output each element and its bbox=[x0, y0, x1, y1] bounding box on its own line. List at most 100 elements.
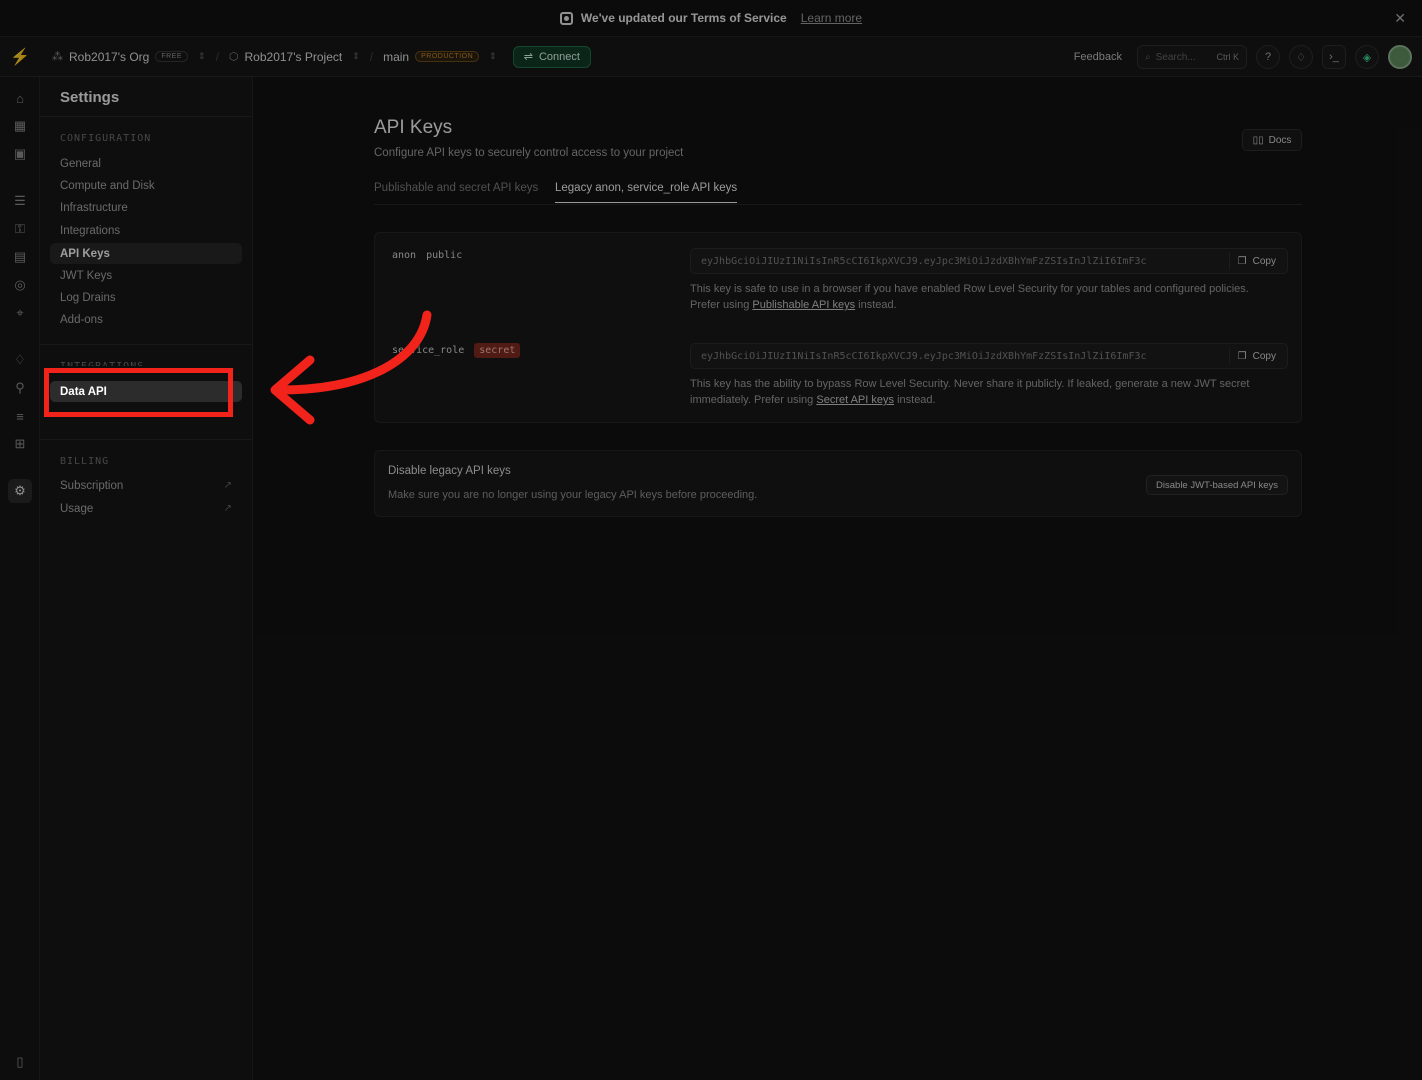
sql-editor-icon[interactable]: ▣ bbox=[11, 145, 29, 163]
supabase-logo-icon[interactable]: ⚡ bbox=[0, 47, 40, 67]
external-link-icon: ↗ bbox=[223, 480, 232, 491]
lightbulb-icon[interactable]: ♢ bbox=[1289, 45, 1313, 69]
anon-desc-prefix: Prefer using bbox=[690, 299, 753, 311]
chevron-updown-icon[interactable]: ⇕ bbox=[489, 51, 497, 62]
settings-sidebar: Settings CONFIGURATION General Compute a… bbox=[40, 77, 253, 1080]
breadcrumb-separator: / bbox=[215, 49, 219, 64]
feedback-button[interactable]: Feedback bbox=[1074, 51, 1122, 63]
secret-badge: secret bbox=[474, 343, 521, 358]
page-title: API Keys bbox=[374, 117, 453, 138]
banner-text: We've updated our Terms of Service bbox=[580, 11, 787, 25]
sidebar-item-log-drains[interactable]: Log Drains bbox=[50, 287, 242, 308]
copy-label: Copy bbox=[1252, 255, 1276, 267]
anon-key-label: anon public bbox=[392, 250, 462, 261]
settings-gear-icon[interactable]: ⚙ bbox=[8, 479, 32, 503]
disable-jwt-keys-button[interactable]: Disable JWT-based API keys bbox=[1146, 475, 1288, 495]
copy-icon: ❐ bbox=[1237, 350, 1247, 362]
project-name: Rob2017's Project bbox=[244, 49, 343, 64]
section-label-configuration: CONFIGURATION bbox=[60, 133, 152, 144]
secret-keys-link[interactable]: Secret API keys bbox=[816, 394, 894, 406]
production-badge: PRODUCTION bbox=[415, 51, 480, 62]
advisors-icon[interactable]: ♢ bbox=[11, 351, 29, 369]
database-icon[interactable]: ☰ bbox=[11, 192, 29, 210]
main-content: API Keys Configure API keys to securely … bbox=[253, 77, 1422, 1080]
annotation-highlight-box bbox=[44, 368, 233, 417]
sidebar-item-integrations[interactable]: Integrations bbox=[50, 220, 242, 241]
plan-badge: FREE bbox=[155, 51, 189, 62]
section-label-billing: BILLING bbox=[60, 456, 110, 467]
anon-key-field[interactable]: eyJhbGciOiJIUzI1NiIsInR5cCI6IkpXVCJ9.eyJ… bbox=[690, 248, 1288, 274]
tab-legacy-keys[interactable]: Legacy anon, service_role API keys bbox=[555, 182, 738, 203]
close-icon[interactable]: ✕ bbox=[1394, 10, 1406, 27]
branch-name: main bbox=[383, 49, 410, 64]
search-icon: ⌕ bbox=[1145, 51, 1151, 63]
sidebar-item-add-ons[interactable]: Add-ons bbox=[50, 309, 242, 330]
sidebar-item-subscription[interactable]: Subscription ↗ bbox=[50, 475, 242, 496]
collapse-sidebar-icon[interactable]: ▯ bbox=[11, 1053, 29, 1071]
page-subtitle: Configure API keys to securely control a… bbox=[374, 147, 684, 159]
service-role-key-value: eyJhbGciOiJIUzI1NiIsInR5cCI6IkpXVCJ9.eyJ… bbox=[701, 350, 1147, 362]
org-name: Rob2017's Org bbox=[69, 49, 150, 64]
sidebar-item-compute-and-disk[interactable]: Compute and Disk bbox=[50, 175, 242, 196]
service-desc-suffix: instead. bbox=[894, 394, 936, 406]
usage-label: Usage bbox=[60, 502, 94, 515]
connect-button[interactable]: ⇌ Connect bbox=[512, 45, 591, 68]
publishable-keys-link[interactable]: Publishable API keys bbox=[752, 299, 855, 311]
search-input[interactable]: ⌕ Search... Ctrl K bbox=[1137, 45, 1247, 69]
project-selector[interactable]: ⬡ Rob2017's Project ⇕ bbox=[229, 50, 360, 64]
service-desc-prefix: immediately. Prefer using bbox=[690, 394, 817, 406]
left-nav-rail: ⌂ ▦ ▣ ☰ ⚿ ▤ ◎ ⌖ ♢ ⚲ ≡ ⊞ ⚙ ▯ bbox=[0, 77, 40, 1080]
top-right-controls: Feedback ⌕ Search... Ctrl K ? ♢ ›_ ◈ bbox=[1074, 37, 1412, 77]
sidebar-item-jwt-keys[interactable]: JWT Keys bbox=[50, 265, 242, 286]
chevron-updown-icon[interactable]: ⇕ bbox=[198, 51, 206, 62]
avatar[interactable] bbox=[1388, 45, 1412, 69]
sidebar-title: Settings bbox=[60, 89, 120, 106]
sidebar-item-usage[interactable]: Usage ↗ bbox=[50, 498, 242, 519]
search-placeholder: Search... bbox=[1155, 51, 1196, 63]
book-icon: ▯▯ bbox=[1252, 134, 1264, 146]
org-selector[interactable]: ⁂ Rob2017's Org FREE ⇕ bbox=[52, 50, 206, 64]
search-shortcut: Ctrl K bbox=[1216, 52, 1240, 62]
assistant-icon[interactable]: ◈ bbox=[1355, 45, 1379, 69]
branch-selector[interactable]: main PRODUCTION ⇕ bbox=[383, 50, 497, 64]
sidebar-item-general[interactable]: General bbox=[50, 153, 242, 174]
logs-icon[interactable]: ≡ bbox=[11, 407, 29, 425]
breadcrumb-separator: / bbox=[369, 49, 374, 64]
copy-anon-key-button[interactable]: ❐ Copy bbox=[1228, 252, 1284, 270]
info-icon bbox=[559, 11, 573, 25]
sidebar-item-infrastructure[interactable]: Infrastructure bbox=[50, 197, 242, 218]
integrations-icon[interactable]: ⊞ bbox=[11, 435, 29, 453]
copy-service-role-key-button[interactable]: ❐ Copy bbox=[1228, 347, 1284, 365]
service-desc-line2: immediately. Prefer using Secret API key… bbox=[690, 392, 1290, 408]
sidebar-item-api-keys[interactable]: API Keys bbox=[50, 243, 242, 264]
auth-icon[interactable]: ⚿ bbox=[11, 220, 29, 238]
anon-key-value: eyJhbGciOiJIUzI1NiIsInR5cCI6IkpXVCJ9.eyJ… bbox=[701, 255, 1147, 267]
docs-button[interactable]: ▯▯ Docs bbox=[1242, 129, 1302, 151]
table-editor-icon[interactable]: ▦ bbox=[11, 117, 29, 135]
disable-title: Disable legacy API keys bbox=[388, 465, 511, 477]
anon-name: anon bbox=[392, 250, 417, 261]
learn-more-link[interactable]: Learn more bbox=[801, 11, 862, 25]
divider bbox=[40, 344, 253, 345]
edge-functions-icon[interactable]: ⌖ bbox=[11, 304, 29, 322]
terminal-icon[interactable]: ›_ bbox=[1322, 45, 1346, 69]
service-role-key-field[interactable]: eyJhbGciOiJIUzI1NiIsInR5cCI6IkpXVCJ9.eyJ… bbox=[690, 343, 1288, 369]
announcement-banner: We've updated our Terms of Service Learn… bbox=[0, 0, 1422, 37]
anon-desc-suffix: instead. bbox=[855, 299, 897, 311]
top-bar: ⚡ ⁂ Rob2017's Org FREE ⇕ / ⬡ Rob2017's P… bbox=[0, 37, 1422, 77]
divider bbox=[40, 439, 253, 440]
docs-label: Docs bbox=[1268, 134, 1292, 146]
project-icon: ⬡ bbox=[228, 51, 239, 63]
reports-icon[interactable]: ⚲ bbox=[11, 379, 29, 397]
storage-icon[interactable]: ▤ bbox=[11, 248, 29, 266]
subscription-label: Subscription bbox=[60, 479, 124, 492]
chevron-updown-icon[interactable]: ⇕ bbox=[352, 51, 360, 62]
annotation-arrow-icon bbox=[270, 310, 432, 425]
tab-publishable-secret[interactable]: Publishable and secret API keys bbox=[374, 182, 538, 202]
realtime-icon[interactable]: ◎ bbox=[11, 276, 29, 294]
copy-icon: ❐ bbox=[1237, 255, 1247, 267]
connect-label: Connect bbox=[538, 50, 580, 63]
help-icon[interactable]: ? bbox=[1256, 45, 1280, 69]
api-keys-tabs: Publishable and secret API keys Legacy a… bbox=[374, 177, 1302, 205]
home-icon[interactable]: ⌂ bbox=[11, 89, 29, 107]
